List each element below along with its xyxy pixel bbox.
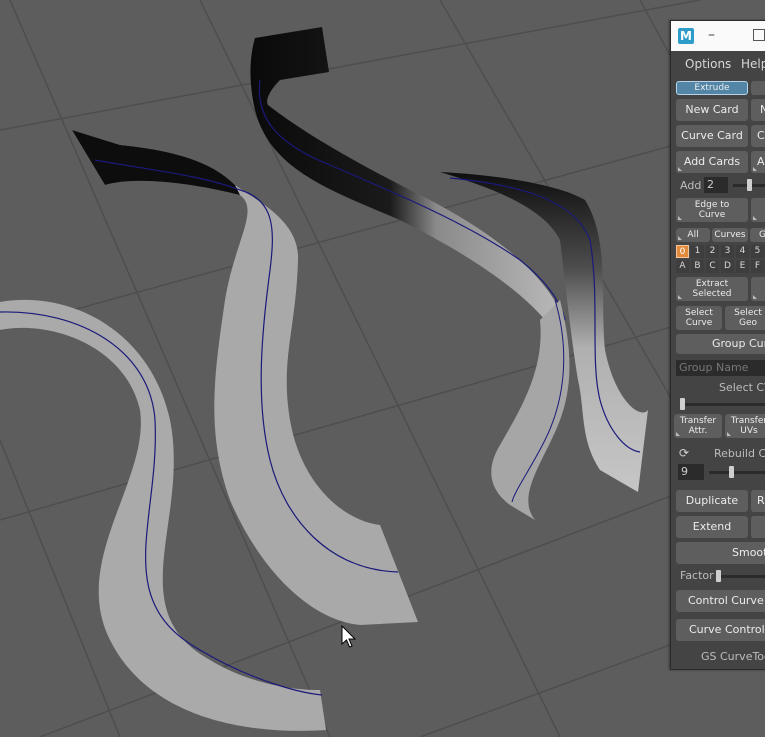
option-corner-icon	[676, 432, 680, 436]
select-curve-button[interactable]: Select Curve	[676, 306, 722, 330]
edge-to-curve-line1: Edge to	[694, 200, 730, 210]
curve-control-button[interactable]: Curve Control	[676, 619, 765, 641]
add-cards-button[interactable]: Add Cards	[676, 151, 748, 173]
add-count-field[interactable]: 2	[704, 177, 728, 193]
select-curve-line2: Curve	[685, 318, 713, 328]
new-card-button[interactable]: New Card	[676, 99, 748, 121]
option-corner-icon	[727, 432, 731, 436]
minimize-icon[interactable]: –	[708, 28, 722, 42]
select-geo-button[interactable]: Select Geo	[725, 306, 765, 330]
refresh-icon[interactable]: ⟳	[679, 446, 689, 460]
extract-selected-line2: Selected	[692, 289, 732, 299]
edge-to-curve-line2: Curve	[698, 210, 726, 220]
reset-button[interactable]: R	[751, 490, 765, 512]
option-corner-icon	[678, 295, 682, 299]
mouse-pointer-icon	[341, 625, 357, 648]
transfer-attr-line1: Transfer	[679, 416, 717, 426]
smooth-button[interactable]: Smooth	[676, 542, 765, 564]
add-tubes-label: A	[757, 155, 765, 168]
layer-button[interactable]: 2	[706, 245, 719, 258]
select-cvs-slider-track[interactable]	[680, 403, 765, 406]
factor-label: Factor	[680, 569, 714, 582]
maya-logo-icon: M	[678, 28, 694, 44]
rebuild-label: Rebuild C	[714, 447, 765, 460]
filter-all-label: All	[687, 230, 699, 240]
layer-button[interactable]: 1	[691, 245, 704, 258]
panel-titlebar[interactable]: M –	[671, 21, 765, 51]
option-corner-icon	[678, 216, 682, 220]
transfer-attr-button[interactable]: Transfer Attr.	[674, 414, 722, 438]
new-curve-button[interactable]: N	[751, 99, 765, 121]
tab-extrude[interactable]: Extrude	[676, 81, 748, 95]
group-curves-button[interactable]: Group Cur	[676, 334, 765, 354]
curve-card-button[interactable]: Curve Card	[676, 125, 748, 147]
transfer-uvs-button[interactable]: Transfer UVs	[725, 414, 765, 438]
rebuild-value-field[interactable]: 9	[678, 464, 704, 480]
add-count-label: Add	[680, 179, 702, 192]
extract-selected-button[interactable]: Extract Selected	[676, 277, 748, 301]
panel-footer: GS CurveToo	[671, 647, 765, 669]
layer-button[interactable]: B	[691, 260, 704, 273]
select-geo-line1: Select	[734, 308, 762, 318]
select-curve-line1: Select	[685, 308, 713, 318]
filter-all-button[interactable]: All	[676, 228, 710, 242]
layer-button[interactable]: C	[706, 260, 719, 273]
layer-button[interactable]: 5	[751, 245, 764, 258]
group-name-field[interactable]: Group Name	[676, 360, 765, 376]
control-curve-button[interactable]: Control Curve	[676, 590, 765, 612]
rebuild-slider-track[interactable]	[709, 471, 765, 474]
reduce-button[interactable]	[751, 516, 765, 538]
footer-label: GS CurveToo	[701, 650, 765, 663]
option-corner-icon	[753, 216, 757, 220]
filter-geo-button[interactable]: G	[750, 228, 765, 242]
hair-card-dark	[250, 27, 566, 321]
curve-tube-button[interactable]: C	[751, 125, 765, 147]
add-cards-label: Add Cards	[683, 155, 741, 168]
option-corner-icon	[753, 295, 757, 299]
duplicate-button[interactable]: Duplicate	[676, 490, 748, 512]
layer-button[interactable]: D	[721, 260, 734, 273]
option-corner-icon	[678, 167, 682, 171]
select-geo-line2: Geo	[738, 318, 758, 328]
tab-second[interactable]	[751, 81, 765, 95]
layer-button[interactable]: A	[676, 260, 689, 273]
extend-button[interactable]: Extend	[676, 516, 748, 538]
option-corner-icon	[678, 236, 682, 240]
select-cvs-slider-handle[interactable]	[680, 398, 685, 410]
filter-curves-button[interactable]: Curves	[712, 228, 748, 242]
factor-slider-handle[interactable]	[716, 570, 721, 582]
menu-options[interactable]: Options	[685, 57, 731, 71]
transfer-attr-line2: Attr.	[688, 426, 708, 436]
add-count-slider-handle[interactable]	[747, 179, 753, 191]
gs-curvetools-panel: M – Options Help Extrude New Card N Curv…	[670, 20, 765, 670]
layer-button[interactable]: E	[736, 260, 749, 273]
maximize-icon[interactable]	[753, 29, 765, 41]
maya-viewport[interactable]	[0, 0, 765, 737]
layer-button[interactable]: 3	[721, 245, 734, 258]
add-tubes-button[interactable]: A	[751, 151, 765, 173]
panel-menubar: Options Help	[671, 54, 765, 76]
menu-help[interactable]: Help	[741, 57, 765, 71]
factor-slider-track[interactable]	[716, 575, 765, 578]
select-cvs-label: Select CV	[719, 381, 765, 394]
transfer-uvs-line1: Transfer	[730, 416, 765, 426]
edge-second-button[interactable]	[751, 198, 765, 222]
option-corner-icon	[753, 167, 757, 171]
layer-button[interactable]: F	[751, 260, 764, 273]
transfer-uvs-line2: UVs	[740, 426, 758, 436]
extract-selected-line1: Extract	[695, 279, 729, 289]
layer-button[interactable]: 4	[736, 245, 749, 258]
rebuild-slider-handle[interactable]	[729, 466, 735, 478]
extract-all-button[interactable]	[751, 277, 765, 301]
edge-to-curve-button[interactable]: Edge to Curve	[676, 198, 748, 222]
layer-button[interactable]: 0	[676, 245, 689, 258]
